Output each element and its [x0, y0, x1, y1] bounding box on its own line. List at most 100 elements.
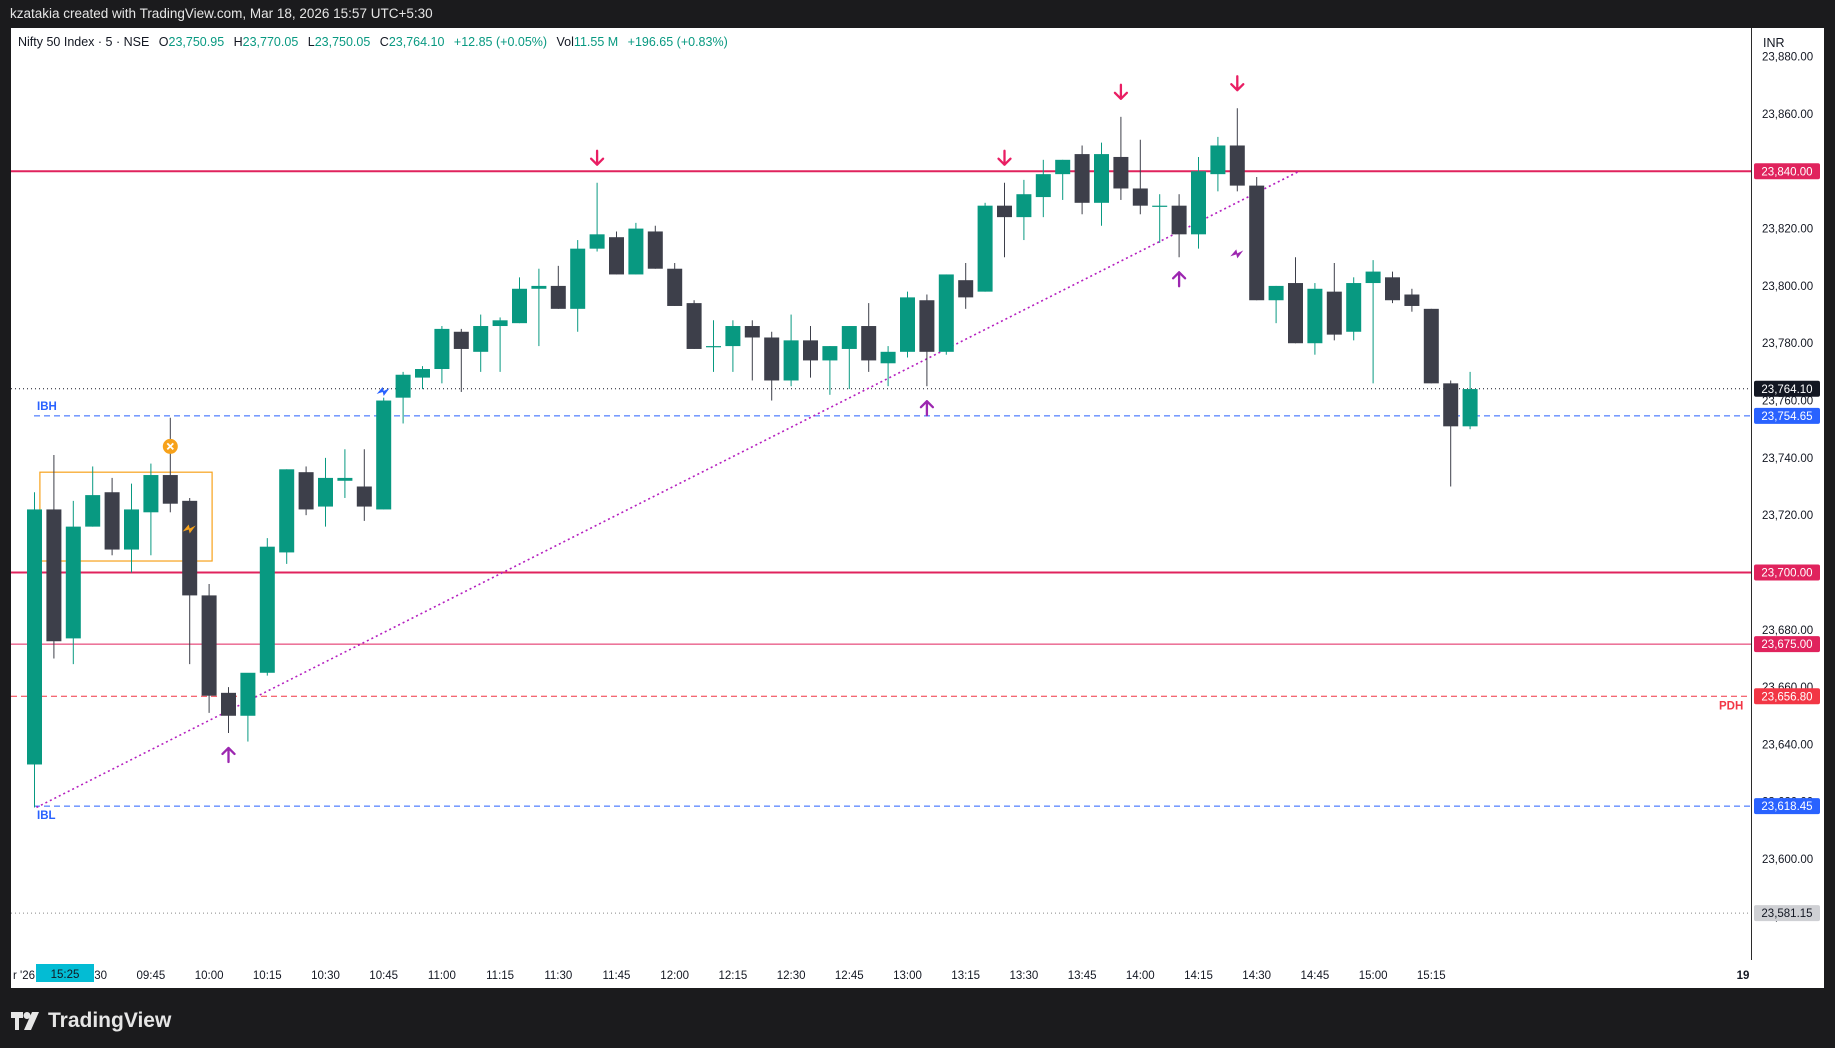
- candle-body: [1365, 271, 1381, 284]
- candle-body: [880, 351, 896, 364]
- price-badge: 23,764.10: [1754, 380, 1820, 397]
- candle-body: [65, 526, 81, 639]
- candle-1355: [1113, 116, 1129, 200]
- candlestick-plot[interactable]: PDH IBH IBL: [11, 28, 1751, 988]
- candle-1125: [531, 268, 547, 347]
- time-tick-label: 14:00: [1126, 970, 1155, 982]
- candle-1250: [861, 303, 877, 372]
- candle-body: [1288, 283, 1303, 344]
- candle-body: [104, 492, 120, 550]
- candle-1110: [473, 314, 489, 372]
- time-tick-label: 12:15: [719, 970, 748, 982]
- candle-body: [628, 228, 644, 275]
- candle-body: [1326, 291, 1342, 335]
- open-label: O: [158, 35, 169, 49]
- candle-1100: [434, 326, 450, 384]
- candle-1245: [841, 326, 857, 390]
- candle-1225: [764, 331, 780, 401]
- candle-body: [1132, 188, 1148, 206]
- candle-1455: [1346, 277, 1362, 341]
- level-text-ibl: IBL: [37, 810, 56, 822]
- time-tick-label: 13:00: [893, 970, 922, 982]
- up-arrow-icon-shape: [919, 400, 935, 417]
- candle-body: [1074, 154, 1090, 203]
- candle-body: [1152, 205, 1168, 207]
- chart-panel[interactable]: Nifty 50 Index · 5 · NSE O23,750.95 H23,…: [11, 28, 1824, 988]
- candle-body: [298, 472, 314, 510]
- candle-body: [744, 326, 760, 338]
- candle-body: [609, 237, 624, 275]
- candle-1200: [667, 262, 683, 306]
- candle-1010: [240, 672, 256, 742]
- time-axis[interactable]: r '2609:3009:4510:0010:1510:3010:4511:00…: [11, 960, 1824, 988]
- candle-body: [667, 268, 683, 306]
- candle-body: [1229, 145, 1245, 186]
- candle-1140: [589, 182, 605, 252]
- candle-1240: [822, 346, 838, 395]
- symbol-name[interactable]: Nifty 50 Index · 5 · NSE: [18, 35, 149, 49]
- volume-change: +196.65 (+0.83%): [627, 35, 728, 49]
- time-tick-label: 10:15: [253, 970, 282, 982]
- time-tick-label: r '26: [13, 970, 35, 982]
- candle-1150: [628, 222, 644, 275]
- candle-1500: [1365, 260, 1381, 384]
- time-tick-label: 13:15: [951, 970, 980, 982]
- low-value: 23,750.05: [314, 35, 371, 49]
- time-tick-label: 09:45: [137, 970, 166, 982]
- candle-body: [337, 477, 353, 481]
- candle-1145: [609, 231, 624, 275]
- candle-body: [1191, 171, 1206, 235]
- candle-body: [1307, 288, 1323, 344]
- candle-body: [725, 326, 741, 347]
- candle-1220: [744, 320, 760, 381]
- time-tick-label: 11:15: [486, 970, 514, 982]
- down-arrow-icon-shape: [589, 149, 605, 166]
- candle-body: [803, 340, 818, 361]
- time-tick-label: 12:00: [660, 970, 689, 982]
- candle-0915: [27, 492, 42, 808]
- time-tick-label: 10:30: [311, 970, 340, 982]
- candle-1020: [279, 469, 295, 564]
- candle-0940: [124, 483, 139, 573]
- time-tick-label: 14:15: [1184, 970, 1213, 982]
- candle-1325: [997, 182, 1012, 258]
- candle-1400: [1132, 139, 1148, 215]
- down-arrow-icon-shape: [997, 149, 1012, 166]
- candle-1335: [1035, 159, 1051, 218]
- price-tick-label: 23,800.00: [1762, 281, 1813, 293]
- candle-1525: [1462, 371, 1478, 430]
- price-badge: 23,618.45: [1754, 798, 1820, 815]
- candle-1105: [453, 328, 469, 392]
- price-badge: 23,656.80: [1754, 688, 1820, 705]
- candle-body: [997, 205, 1012, 218]
- candle-1300: [900, 291, 915, 358]
- price-badge: 23,840.00: [1754, 163, 1820, 180]
- candle-1520: [1443, 380, 1459, 487]
- candle-body: [1210, 145, 1226, 175]
- price-badge: 23,581.15: [1754, 905, 1820, 922]
- candle-0935: [104, 477, 120, 556]
- candle-body: [550, 285, 566, 309]
- price-axis[interactable]: 23,560.0023,580.0023,600.0023,620.0023,6…: [1751, 28, 1824, 988]
- price-tick-label: 23,720.00: [1762, 510, 1813, 522]
- candle-body: [686, 303, 702, 349]
- candle-0930: [85, 466, 101, 527]
- candle-1505: [1385, 271, 1400, 304]
- up-arrow-icon-shape: [221, 746, 236, 764]
- price-badge-label: 23,754.65: [1761, 411, 1812, 423]
- candle-1135: [570, 240, 586, 332]
- candle-1210: [706, 320, 721, 372]
- candle-1230: [783, 314, 799, 387]
- candle-body: [938, 274, 954, 352]
- tradingview-logo-icon: [11, 1012, 39, 1030]
- candle-body: [318, 477, 333, 507]
- change-value: +12.85 (+0.05%): [453, 35, 548, 49]
- candle-body: [512, 288, 527, 324]
- price-badge: 23,700.00: [1754, 564, 1820, 581]
- candle-1120: [512, 277, 527, 324]
- price-badge-label: 23,675.00: [1761, 639, 1812, 651]
- currency-label[interactable]: INR: [1763, 36, 1785, 50]
- candle-1435: [1268, 285, 1284, 324]
- current-time-badge: 15:25: [36, 964, 94, 982]
- candle-body: [453, 331, 469, 349]
